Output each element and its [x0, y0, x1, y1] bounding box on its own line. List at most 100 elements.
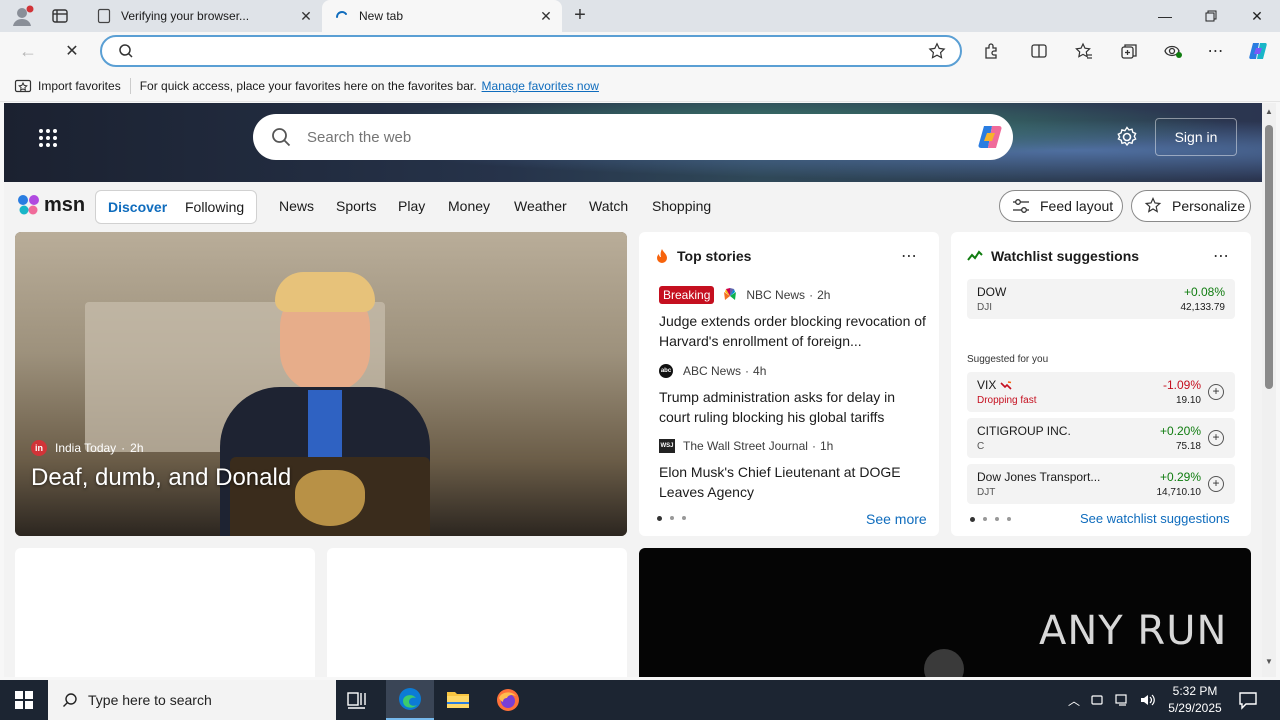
new-tab-button[interactable]: +	[568, 4, 592, 28]
profile-avatar[interactable]	[10, 4, 34, 28]
minimize-button[interactable]: —	[1142, 0, 1188, 32]
network-icon[interactable]	[1114, 693, 1130, 707]
copilot-icon[interactable]	[975, 122, 1005, 152]
browser-essentials-icon[interactable]	[1157, 35, 1189, 67]
story-item[interactable]: Breaking NBC News · 2h Judge extends ord…	[659, 286, 927, 351]
sign-in-button[interactable]: Sign in	[1155, 118, 1237, 156]
tab-following[interactable]: Following	[185, 199, 244, 215]
close-window-button[interactable]: ✕	[1234, 0, 1280, 32]
ticker-row-dow[interactable]: DOW DJI +0.08% 42,133.79	[967, 279, 1235, 319]
favorites-bar: Import favorites For quick access, place…	[0, 70, 1280, 102]
ellipsis-icon[interactable]: ⋯	[1213, 246, 1229, 266]
split-screen-icon[interactable]	[1023, 35, 1055, 67]
feed-layout-button[interactable]: Feed layout	[999, 190, 1123, 222]
carousel-dots	[657, 516, 686, 521]
fire-icon	[1000, 380, 1012, 390]
see-more-link[interactable]: See more	[866, 511, 927, 527]
ticker-row-citigroup[interactable]: CITIGROUP INC. C +0.20% 75.18 +	[967, 418, 1235, 458]
close-tab-icon[interactable]: ✕	[294, 4, 318, 28]
tab-actions-icon[interactable]	[50, 6, 70, 26]
story-item[interactable]: WSJ The Wall Street Journal · 1h Elon Mu…	[659, 437, 927, 502]
scroll-down-icon[interactable]: ▼	[1265, 657, 1273, 666]
carousel-dot[interactable]	[970, 517, 975, 522]
carousel-dot[interactable]	[995, 517, 999, 521]
manage-favorites-link[interactable]: Manage favorites now	[482, 79, 599, 93]
personalize-button[interactable]: Personalize	[1131, 190, 1251, 222]
nav-play[interactable]: Play	[398, 198, 425, 214]
notification-center-icon[interactable]	[1238, 690, 1258, 710]
nav-shopping[interactable]: Shopping	[652, 198, 711, 214]
feed-card-placeholder[interactable]	[15, 548, 315, 677]
nav-news[interactable]: News	[279, 198, 314, 214]
nav-sports[interactable]: Sports	[336, 198, 376, 214]
tab-discover[interactable]: Discover	[108, 199, 167, 215]
nav-money[interactable]: Money	[448, 198, 490, 214]
carousel-dot[interactable]	[983, 517, 987, 521]
stop-loading-button[interactable]: ✕	[56, 35, 88, 67]
chevron-up-icon[interactable]: ︿	[1068, 692, 1080, 709]
feed-card-placeholder[interactable]	[327, 548, 627, 677]
carousel-dot[interactable]	[682, 516, 686, 520]
carousel-dot[interactable]	[1007, 517, 1011, 521]
windows-taskbar: Type here to search ︿ 5:32 PM 5/29/2025	[0, 680, 1280, 720]
apps-launcher-icon[interactable]	[38, 128, 58, 148]
settings-more-icon[interactable]: ⋯	[1200, 35, 1232, 67]
taskbar-search-box[interactable]: Type here to search	[48, 680, 336, 720]
scrollbar-thumb[interactable]	[1265, 125, 1273, 389]
import-favorites-button[interactable]: Import favorites	[38, 79, 121, 93]
add-to-watchlist-icon[interactable]: +	[1208, 476, 1224, 492]
favorites-message: For quick access, place your favorites h…	[139, 78, 477, 93]
import-favorites-icon[interactable]	[14, 78, 32, 94]
story-age: 2h	[817, 288, 831, 302]
add-to-watchlist-icon[interactable]: +	[1208, 384, 1224, 400]
story-item[interactable]: abc ABC News · 4h Trump administration a…	[659, 362, 927, 427]
back-button[interactable]: ←	[12, 35, 44, 67]
tab-title: New tab	[359, 9, 404, 23]
abc-logo: abc	[659, 364, 673, 378]
ticker-row-dow-transport[interactable]: Dow Jones Transport... DJT +0.29% 14,710…	[967, 464, 1235, 504]
extensions-icon[interactable]	[975, 35, 1007, 67]
ticker-price: 42,133.79	[1180, 302, 1226, 313]
clock-date: 5/29/2025	[1168, 701, 1222, 715]
india-today-logo: in	[31, 440, 47, 456]
add-to-watchlist-icon[interactable]: +	[1208, 430, 1224, 446]
tab-verifying[interactable]: Verifying your browser... ✕	[84, 0, 322, 32]
ticker-row-vix[interactable]: VIX Dropping fast -1.09% 19.10 +	[967, 372, 1235, 412]
top-stories-card: Top stories ⋯ Breaking NBC News · 2h Jud…	[639, 232, 939, 536]
suggested-label: Suggested for you	[967, 354, 1049, 365]
hero-title[interactable]: Deaf, dumb, and Donald	[31, 464, 291, 492]
address-bar[interactable]	[100, 35, 962, 67]
volume-icon[interactable]	[1140, 693, 1156, 707]
close-tab-icon[interactable]: ✕	[534, 4, 558, 28]
taskbar-firefox-icon[interactable]	[496, 688, 520, 712]
vertical-scrollbar[interactable]: ▲ ▼	[1262, 103, 1276, 677]
see-watchlist-suggestions-link[interactable]: See watchlist suggestions	[1080, 511, 1230, 526]
carousel-dot[interactable]	[670, 516, 674, 520]
clock[interactable]: 5:32 PM 5/29/2025	[1162, 683, 1228, 717]
favorite-star-icon[interactable]	[928, 42, 946, 60]
collections-icon[interactable]	[1113, 35, 1145, 67]
restore-button[interactable]	[1188, 0, 1234, 32]
nav-watch[interactable]: Watch	[589, 198, 628, 214]
copilot-icon[interactable]	[1242, 35, 1274, 67]
windows-start-icon[interactable]	[0, 680, 48, 720]
meet-now-icon[interactable]	[1090, 693, 1104, 707]
hero-story-card[interactable]: in India Today · 2h Deaf, dumb, and Dona…	[15, 232, 627, 536]
nav-weather[interactable]: Weather	[514, 198, 567, 214]
taskbar-file-explorer-icon[interactable]	[446, 688, 470, 710]
carousel-dot[interactable]	[657, 516, 662, 521]
ellipsis-icon[interactable]: ⋯	[901, 246, 917, 266]
settings-gear-icon[interactable]	[1116, 126, 1138, 148]
video-card[interactable]: ANY RUN	[639, 548, 1251, 677]
ticker-symbol: C	[977, 441, 985, 452]
address-input[interactable]	[142, 41, 902, 61]
task-view-icon[interactable]	[346, 690, 368, 710]
favorites-icon[interactable]	[1068, 35, 1100, 67]
web-search-box[interactable]	[253, 114, 1013, 160]
msn-page: Sign in msn Discover Following News Spor…	[4, 103, 1262, 677]
msn-logo[interactable]: msn	[16, 192, 85, 218]
taskbar-edge-icon[interactable]	[386, 680, 434, 720]
web-search-input[interactable]	[307, 128, 947, 146]
tab-new-tab[interactable]: New tab ✕	[322, 0, 562, 32]
scroll-up-icon[interactable]: ▲	[1265, 107, 1273, 116]
